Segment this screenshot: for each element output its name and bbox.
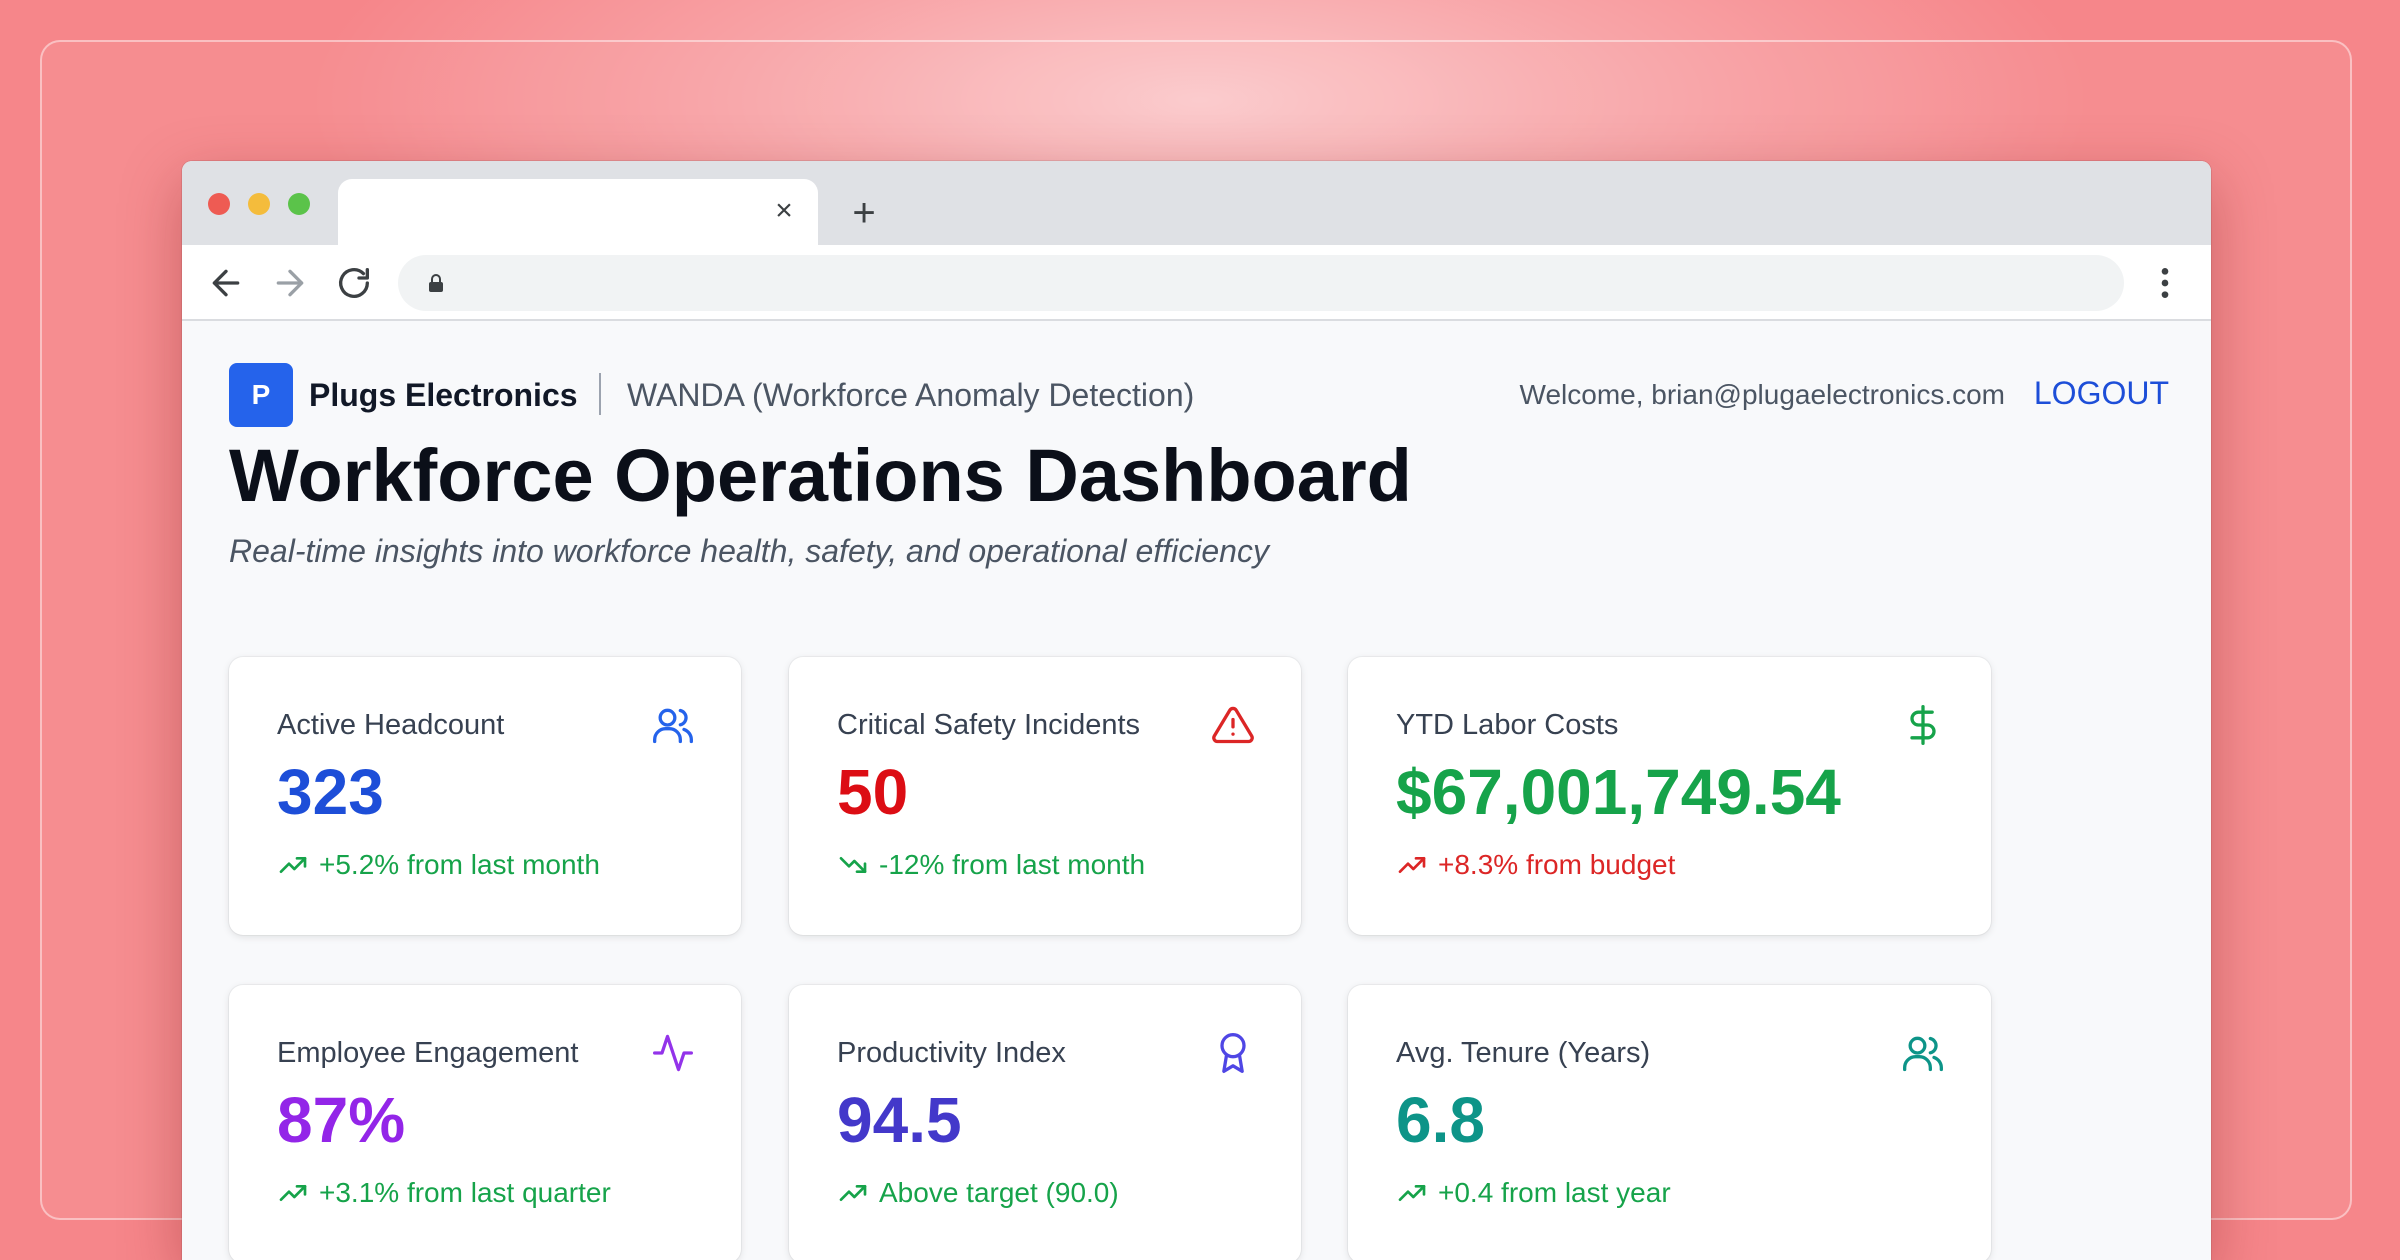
card-label: Critical Safety Incidents [837, 709, 1141, 741]
trending-up-icon [279, 1185, 307, 1201]
app-header: P Plugs Electronics WANDA (Workforce Ano… [229, 363, 2169, 427]
card-change: Above target (90.0) [837, 1177, 1119, 1209]
forward-arrow-icon[interactable] [270, 263, 310, 303]
alert-triangle-icon [1211, 703, 1255, 747]
card-label: Productivity Index [837, 1037, 1066, 1069]
new-tab-button[interactable]: + [842, 191, 886, 235]
card-value: 6.8 [1396, 1084, 1485, 1156]
reload-icon[interactable] [334, 263, 374, 303]
card-change: +8.3% from budget [1396, 849, 1675, 881]
maximize-window-button[interactable] [288, 193, 310, 215]
browser-window: × + P Plugs Electronics WANDA (Workforce… [182, 161, 2211, 1260]
trending-up-icon [1398, 857, 1426, 873]
header-divider [599, 373, 601, 415]
card-active-headcount[interactable]: Active Headcount 323 +5.2% from last mon… [229, 657, 741, 935]
card-value: $67,001,749.54 [1396, 756, 1841, 828]
card-change: +3.1% from last quarter [277, 1177, 611, 1209]
close-window-button[interactable] [208, 193, 230, 215]
award-icon [1211, 1031, 1255, 1075]
app-name: WANDA (Workforce Anomaly Detection) [627, 377, 1195, 413]
browser-menu-icon[interactable] [2145, 263, 2185, 303]
card-label: Active Headcount [277, 709, 505, 741]
trending-up-icon [839, 1185, 867, 1201]
card-critical-safety-incidents[interactable]: Critical Safety Incidents 50 -12% from l… [789, 657, 1301, 935]
change-text: +0.4 from last year [1438, 1177, 1671, 1208]
minimize-window-button[interactable] [248, 193, 270, 215]
card-value: 87% [277, 1084, 406, 1156]
browser-tab[interactable]: × [338, 179, 818, 245]
trending-up-icon [1398, 1185, 1426, 1201]
activity-icon [651, 1031, 695, 1075]
dashboard-page: P Plugs Electronics WANDA (Workforce Ano… [182, 321, 2211, 1260]
address-bar[interactable] [398, 255, 2124, 311]
card-change: +0.4 from last year [1396, 1177, 1671, 1209]
brand-name: Plugs Electronics [309, 377, 578, 413]
close-tab-icon[interactable]: × [766, 193, 802, 229]
card-label: Employee Engagement [277, 1037, 579, 1069]
change-text: +3.1% from last quarter [319, 1177, 611, 1208]
logout-button[interactable]: LOGOUT [2034, 375, 2169, 412]
change-text: +5.2% from last month [319, 849, 600, 880]
card-label: Avg. Tenure (Years) [1396, 1037, 1651, 1069]
welcome-text: Welcome, brian@plugaelectronics.com [1519, 379, 2005, 410]
trending-down-icon [839, 857, 867, 873]
card-change: +5.2% from last month [277, 849, 600, 881]
card-value: 50 [837, 756, 909, 828]
change-text: +8.3% from budget [1438, 849, 1676, 880]
tab-bar: × + [182, 161, 2211, 245]
users-icon [651, 703, 695, 747]
card-employee-engagement[interactable]: Employee Engagement 87% +3.1% from last … [229, 985, 741, 1260]
company-logo[interactable]: P [229, 363, 293, 427]
change-text: Above target (90.0) [879, 1177, 1119, 1208]
card-productivity-index[interactable]: Productivity Index 94.5 Above target (90… [789, 985, 1301, 1260]
card-ytd-labor-costs[interactable]: YTD Labor Costs $67,001,749.54 +8.3% fro… [1348, 657, 1991, 935]
card-label: YTD Labor Costs [1396, 709, 1619, 741]
page-title: Workforce Operations Dashboard [229, 434, 1412, 517]
trending-up-icon [279, 857, 307, 873]
back-arrow-icon[interactable] [206, 263, 246, 303]
card-value: 94.5 [837, 1084, 962, 1156]
change-text: -12% from last month [879, 849, 1146, 880]
lock-icon [424, 271, 448, 295]
users-icon [1901, 1031, 1945, 1075]
dollar-icon [1901, 703, 1945, 747]
page-subtitle: Real-time insights into workforce health… [229, 533, 1269, 569]
card-change: -12% from last month [837, 849, 1145, 881]
card-avg-tenure[interactable]: Avg. Tenure (Years) 6.8 +0.4 from last y… [1348, 985, 1991, 1260]
card-value: 323 [277, 756, 384, 828]
browser-toolbar [182, 245, 2211, 321]
